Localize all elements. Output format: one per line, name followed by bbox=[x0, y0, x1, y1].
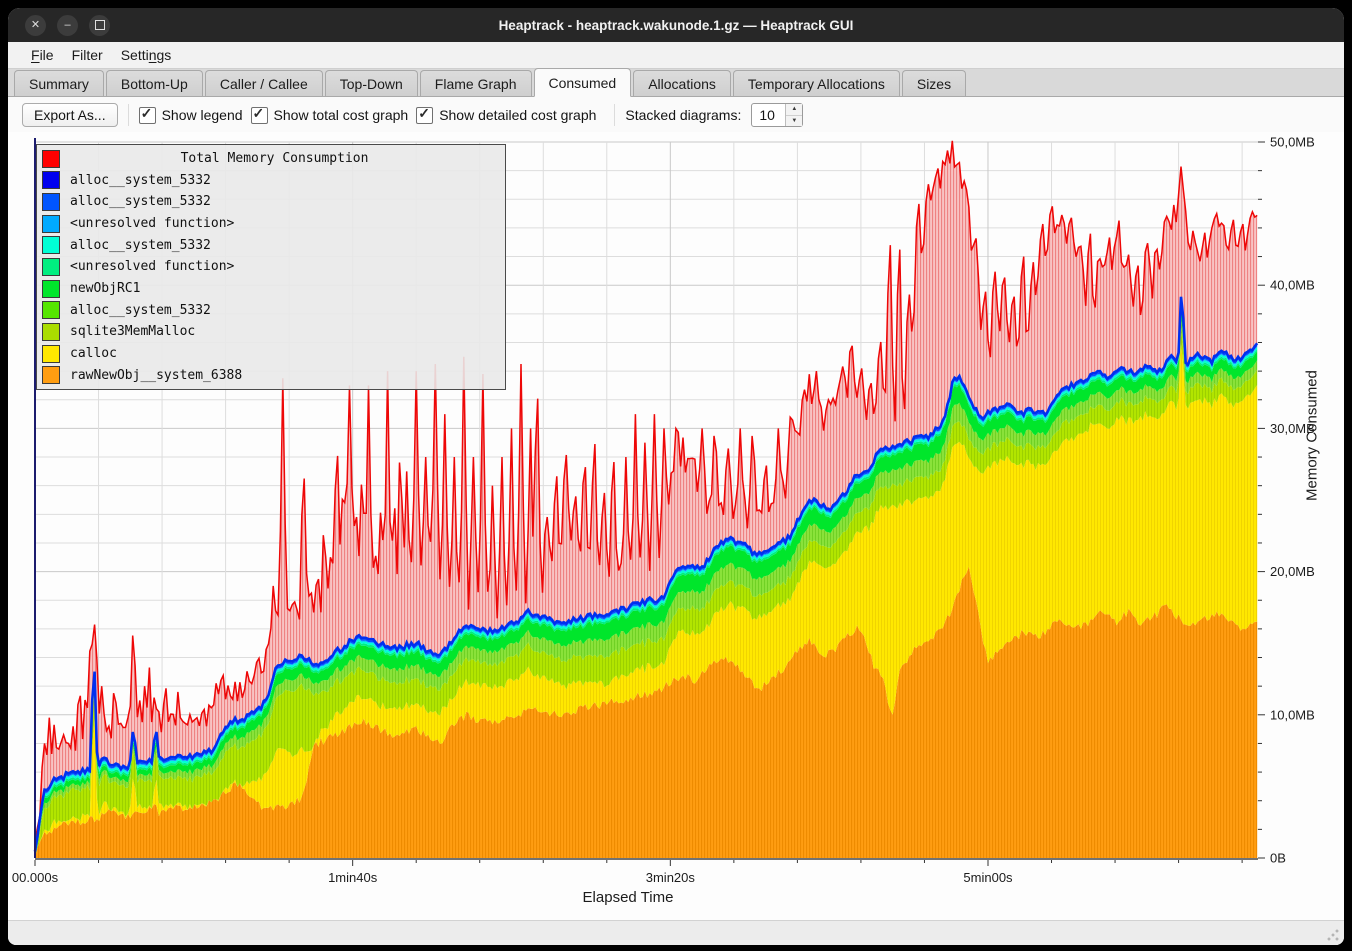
toolbar-separator bbox=[128, 104, 129, 126]
checkbox-label: Show detailed cost graph bbox=[439, 107, 596, 123]
legend-swatch bbox=[42, 193, 60, 211]
svg-text:50,0MB: 50,0MB bbox=[1270, 135, 1315, 150]
toolbar: Export As... Show legend Show total cost … bbox=[8, 97, 1344, 133]
legend-swatch bbox=[42, 258, 60, 276]
legend-item: alloc__system_5332 bbox=[37, 170, 505, 190]
svg-text:1min40s: 1min40s bbox=[328, 870, 378, 885]
legend-swatch bbox=[42, 301, 60, 319]
svg-text:20,0MB: 20,0MB bbox=[1270, 564, 1315, 579]
legend-swatch bbox=[42, 171, 60, 189]
legend-label: alloc__system_5332 bbox=[70, 173, 211, 188]
checkbox-icon[interactable] bbox=[416, 107, 433, 124]
legend-title: Total Memory Consumption bbox=[70, 151, 479, 166]
legend-swatch bbox=[42, 323, 60, 341]
svg-text:00.000s: 00.000s bbox=[12, 870, 59, 885]
chart-legend[interactable]: Total Memory Consumption alloc__system_5… bbox=[36, 144, 506, 390]
legend-item: sqlite3MemMalloc bbox=[37, 322, 505, 342]
stacked-diagrams-spinner[interactable]: 10 ▲▼ bbox=[751, 103, 803, 127]
legend-label: rawNewObj__system_6388 bbox=[70, 368, 242, 383]
legend-item: alloc__system_5332 bbox=[37, 235, 505, 255]
legend-swatch bbox=[42, 280, 60, 298]
spinner-value[interactable]: 10 bbox=[752, 104, 785, 126]
title-bar[interactable]: ✕– Heaptrack - heaptrack.wakunode.1.gz —… bbox=[8, 8, 1344, 42]
menu-file[interactable]: File bbox=[22, 44, 63, 66]
legend-item: <unresolved function> bbox=[37, 257, 505, 277]
legend-label: newObjRC1 bbox=[70, 281, 140, 296]
resize-grip-icon[interactable] bbox=[1326, 928, 1340, 942]
svg-text:3min20s: 3min20s bbox=[646, 870, 696, 885]
legend-label: sqlite3MemMalloc bbox=[70, 324, 195, 339]
legend-item: alloc__system_5332 bbox=[37, 300, 505, 320]
spinner-up-icon[interactable]: ▲ bbox=[786, 104, 802, 116]
svg-text:40,0MB: 40,0MB bbox=[1270, 278, 1315, 293]
svg-text:10,0MB: 10,0MB bbox=[1270, 707, 1315, 722]
tab-allocations[interactable]: Allocations bbox=[633, 70, 731, 96]
checkbox-show-legend[interactable]: Show legend bbox=[139, 107, 243, 124]
legend-swatch bbox=[42, 345, 60, 363]
consumed-chart: 00.000s 1min40s 3min20s 5min00s 0B 10,0MB 20,0… bbox=[8, 132, 1344, 921]
spinner-down-icon[interactable]: ▼ bbox=[786, 116, 802, 127]
legend-title-row: Total Memory Consumption bbox=[37, 149, 505, 169]
toolbar-separator bbox=[614, 104, 615, 126]
legend-label: alloc__system_5332 bbox=[70, 238, 211, 253]
checkbox-icon[interactable] bbox=[251, 107, 268, 124]
svg-text:0B: 0B bbox=[1270, 851, 1286, 866]
legend-item: <unresolved function> bbox=[37, 214, 505, 234]
menu-bar: FileFilterSettings bbox=[8, 42, 1344, 69]
legend-swatch bbox=[42, 215, 60, 233]
tab-flame-graph[interactable]: Flame Graph bbox=[420, 70, 532, 96]
legend-label: <unresolved function> bbox=[70, 259, 234, 274]
tab-sizes[interactable]: Sizes bbox=[902, 70, 966, 96]
checkbox-label: Show legend bbox=[162, 107, 243, 123]
checkbox-show-total-cost-graph[interactable]: Show total cost graph bbox=[251, 107, 409, 124]
checkbox-group: Show legend Show total cost graph Show det… bbox=[139, 107, 605, 124]
menu-settings[interactable]: Settings bbox=[112, 44, 181, 66]
tab-bar: SummaryBottom-UpCaller / CalleeTop-DownF… bbox=[8, 69, 1344, 97]
checkbox-show-detailed-cost-graph[interactable]: Show detailed cost graph bbox=[416, 107, 596, 124]
legend-item: calloc bbox=[37, 344, 505, 364]
tab-temporary-allocations[interactable]: Temporary Allocations bbox=[733, 70, 900, 96]
checkbox-icon[interactable] bbox=[139, 107, 156, 124]
legend-item: alloc__system_5332 bbox=[37, 192, 505, 212]
legend-label: <unresolved function> bbox=[70, 216, 234, 231]
legend-swatch bbox=[42, 366, 60, 384]
total-swatch bbox=[42, 150, 60, 168]
menu-filter[interactable]: Filter bbox=[63, 44, 112, 66]
legend-item: newObjRC1 bbox=[37, 279, 505, 299]
tab-top-down[interactable]: Top-Down bbox=[325, 70, 418, 96]
y-axis-title: Memory Consumed bbox=[1304, 370, 1321, 501]
checkbox-label: Show total cost graph bbox=[274, 107, 409, 123]
app-window: ✕– Heaptrack - heaptrack.wakunode.1.gz —… bbox=[8, 8, 1344, 945]
legend-label: alloc__system_5332 bbox=[70, 194, 211, 209]
export-as-button[interactable]: Export As... bbox=[22, 103, 118, 127]
tab-summary[interactable]: Summary bbox=[14, 70, 104, 96]
tab-caller-callee[interactable]: Caller / Callee bbox=[205, 70, 323, 96]
tab-consumed[interactable]: Consumed bbox=[534, 68, 632, 97]
x-axis-title: Elapsed Time bbox=[8, 889, 1248, 906]
legend-item: rawNewObj__system_6388 bbox=[37, 365, 505, 385]
status-bar bbox=[8, 920, 1344, 945]
legend-swatch bbox=[42, 236, 60, 254]
stacked-diagrams-label: Stacked diagrams: bbox=[625, 107, 741, 123]
window-title: Heaptrack - heaptrack.wakunode.1.gz — He… bbox=[8, 18, 1344, 33]
legend-label: alloc__system_5332 bbox=[70, 303, 211, 318]
tab-bottom-up[interactable]: Bottom-Up bbox=[106, 70, 203, 96]
legend-label: calloc bbox=[70, 346, 117, 361]
svg-text:5min00s: 5min00s bbox=[963, 870, 1013, 885]
